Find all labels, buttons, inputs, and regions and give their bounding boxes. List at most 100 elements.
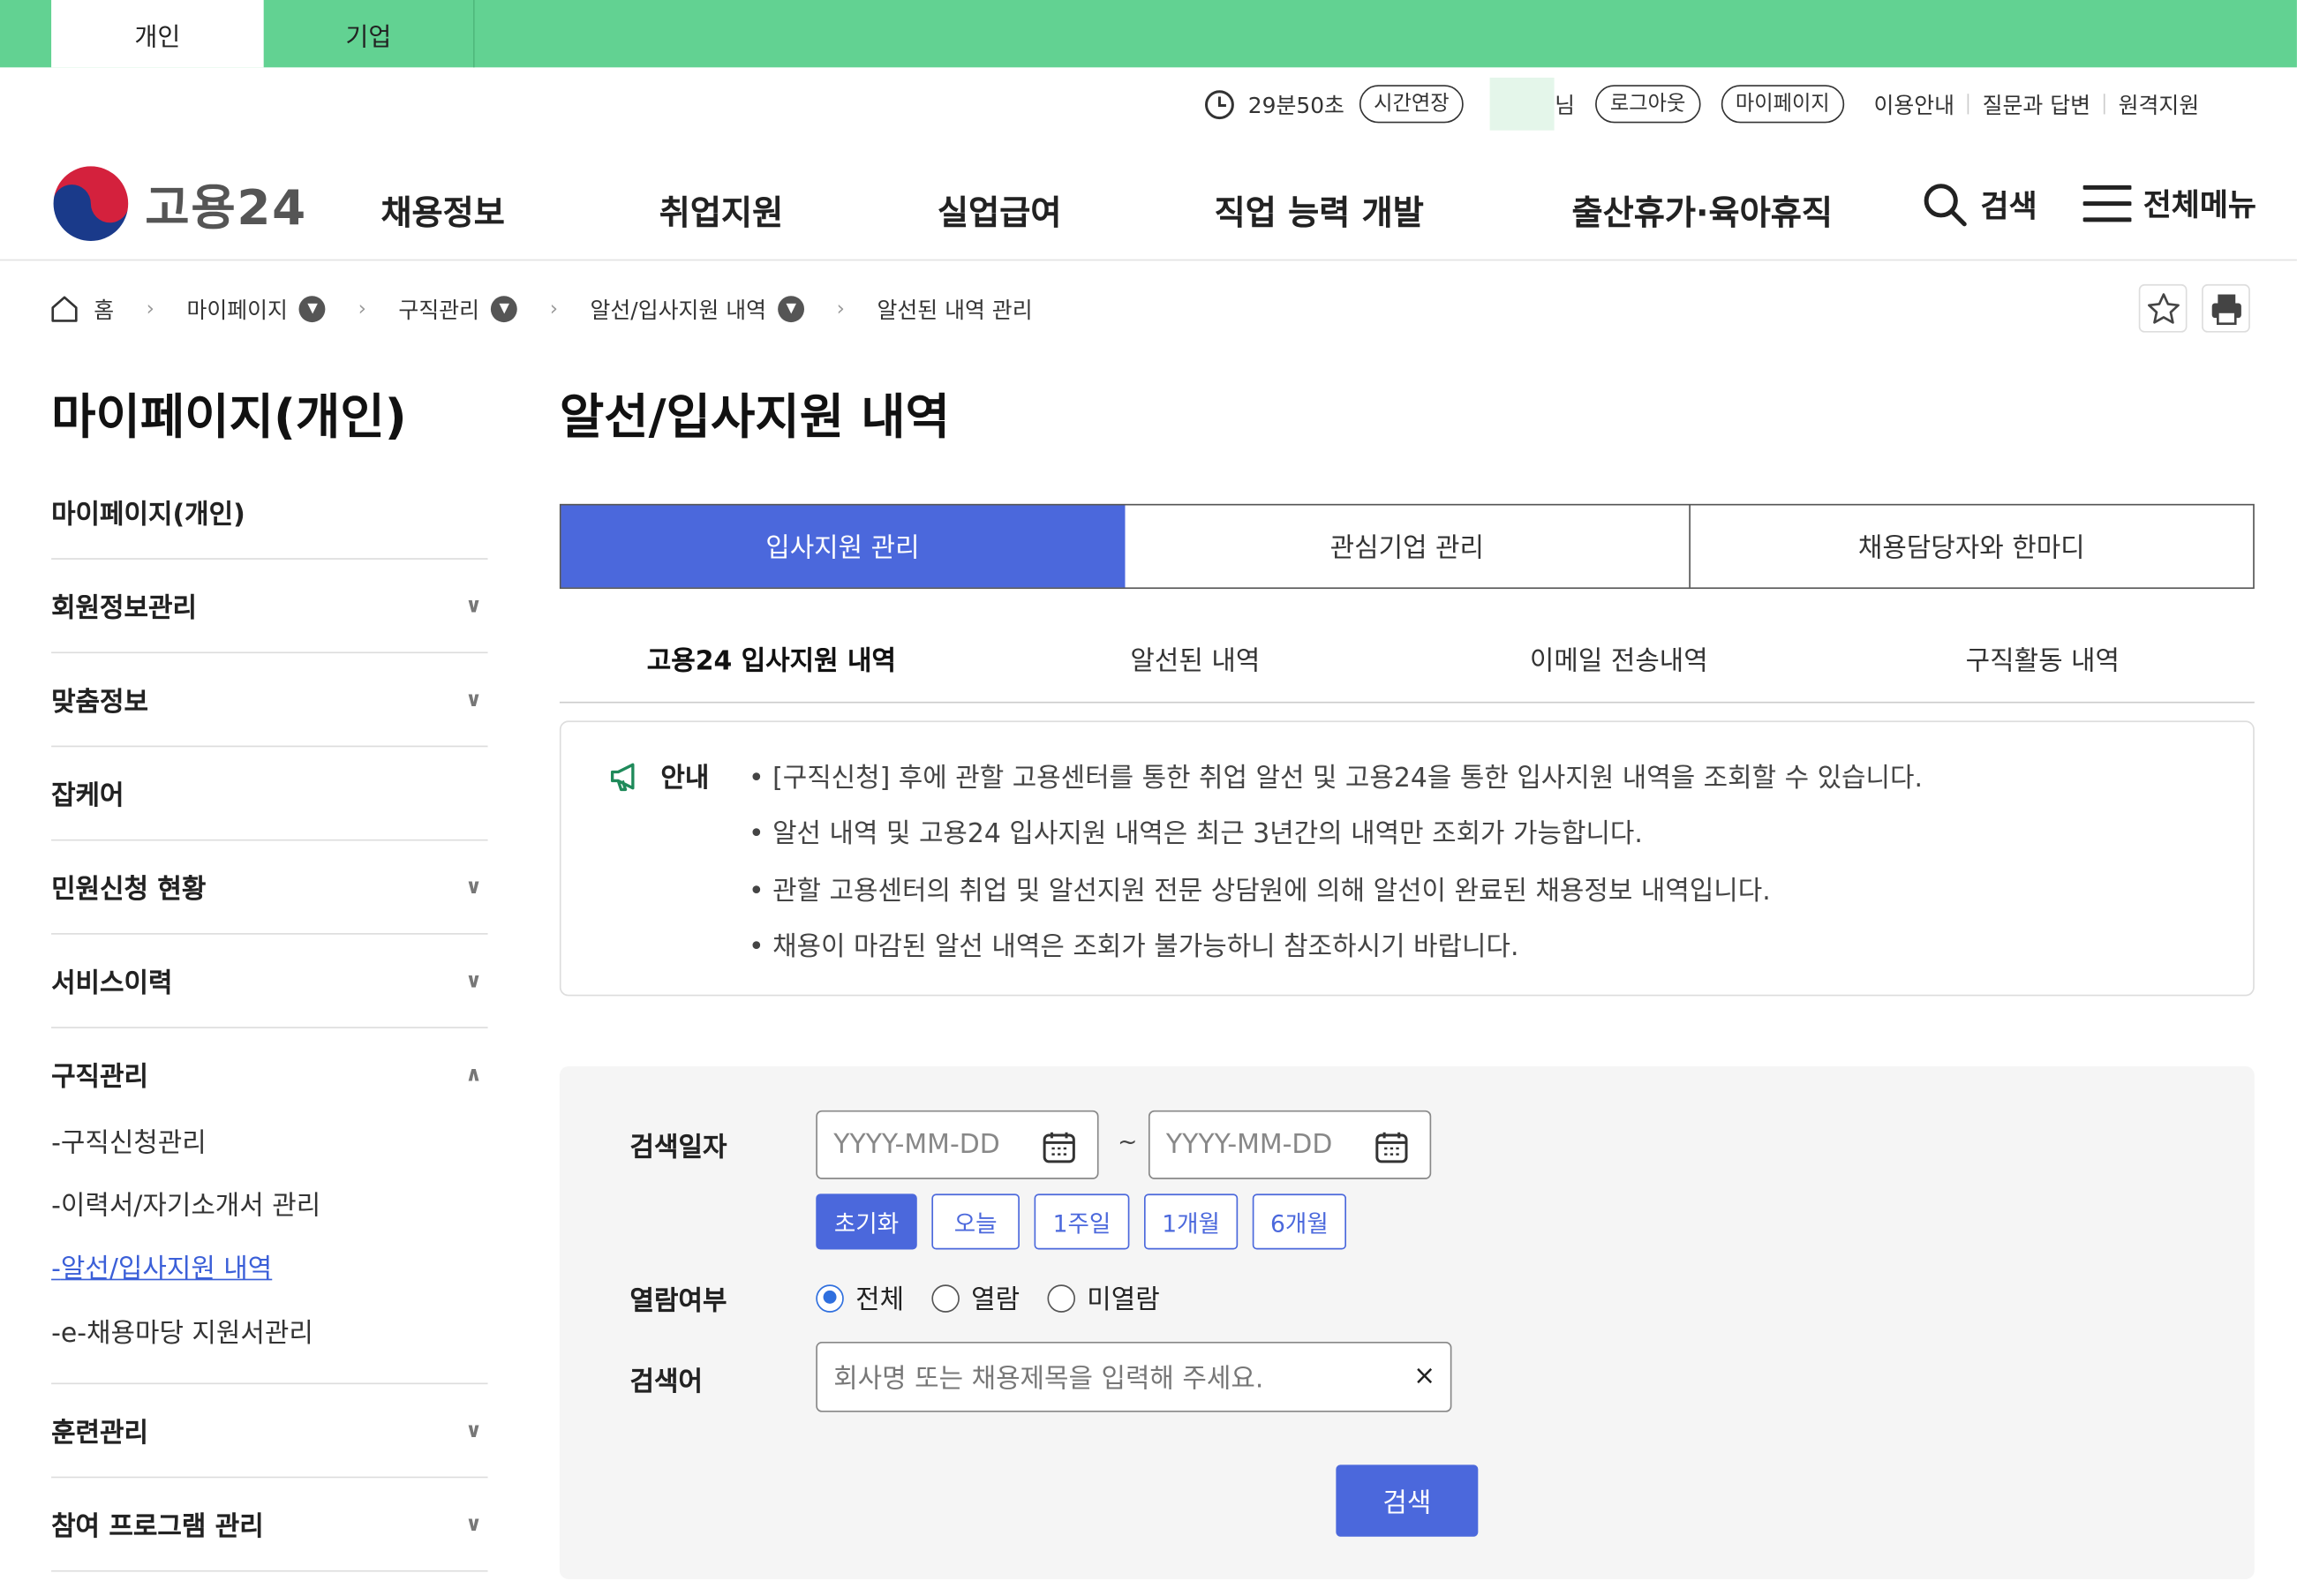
keyword-input[interactable]: 회사명 또는 채용제목을 입력해 주세요. ×: [816, 1342, 1452, 1412]
chevron-down-icon: ∨: [465, 1419, 482, 1442]
print-button[interactable]: [2202, 283, 2250, 333]
calendar-icon[interactable]: [1042, 1129, 1077, 1164]
notice-item: • 관할 고용센터의 취업 및 알선지원 전문 상담원에 의해 알선이 완료된 …: [748, 876, 1771, 907]
link-guide[interactable]: 이용안내: [1873, 88, 1954, 119]
sidebar-subitem-e-recruit[interactable]: -e-채용마당 지원서관리: [51, 1313, 313, 1351]
megaphone-icon: [610, 763, 635, 792]
end-date-placeholder: YYYY-MM-DD: [1165, 1129, 1333, 1161]
gnb-recruit[interactable]: 채용정보: [380, 184, 504, 234]
sidebar-item-member-info[interactable]: 회원정보관리 ∨: [51, 560, 488, 654]
sidebar-item-training[interactable]: 훈련관리 ∨: [51, 1384, 488, 1479]
subtab-email-history[interactable]: 이메일 전송내역: [1407, 615, 1831, 702]
link-qna[interactable]: 질문과 답변: [1983, 88, 2090, 119]
sidebar-item-mypage[interactable]: 마이페이지(개인): [51, 466, 488, 560]
sidebar-item-label: 잡케어: [51, 779, 124, 811]
breadcrumb-current: 알선된 내역 관리: [877, 297, 1033, 323]
radio-button-checked[interactable]: [816, 1284, 844, 1312]
end-date-input[interactable]: YYYY-MM-DD: [1148, 1110, 1432, 1179]
sidebar-item-job-management[interactable]: 구직관리 ∧: [51, 1028, 488, 1122]
breadcrumb-application-history[interactable]: 알선/입사지원 내역: [591, 294, 767, 325]
search-button[interactable]: 검색: [1922, 182, 2037, 229]
subtab-goyong24-applications[interactable]: 고용24 입사지원 내역: [560, 615, 983, 702]
reset-period-button[interactable]: 초기화: [816, 1193, 917, 1250]
subtab-referrals[interactable]: 알선된 내역: [983, 615, 1407, 702]
start-date-placeholder: YYYY-MM-DD: [833, 1129, 1000, 1161]
divider: [1968, 94, 1969, 115]
radio-unread[interactable]: 미열람: [1047, 1279, 1160, 1317]
utility-bar: 29분50초 시간연장 님 로그아웃 마이페이지 이용안내 질문과 답변 원격지…: [1204, 77, 2200, 131]
period-6month-button[interactable]: 6개월: [1252, 1193, 1346, 1250]
sidebar-item-service-history[interactable]: 서비스이력 ∨: [51, 935, 488, 1028]
divider: [2103, 94, 2105, 115]
radio-button[interactable]: [1047, 1284, 1075, 1312]
chevron-right-icon: ›: [836, 297, 845, 321]
logout-button[interactable]: 로그아웃: [1595, 85, 1700, 124]
radio-read[interactable]: 열람: [931, 1279, 1020, 1317]
period-today-button[interactable]: 오늘: [931, 1193, 1020, 1250]
link-remote-support[interactable]: 원격지원: [2119, 88, 2200, 119]
radio-all[interactable]: 전체: [816, 1279, 904, 1317]
period-1week-button[interactable]: 1주일: [1034, 1193, 1130, 1250]
start-date-input[interactable]: YYYY-MM-DD: [816, 1110, 1099, 1179]
notice-item: • 알선 내역 및 고용24 입사지원 내역은 최근 3년간의 내역만 조회가 …: [748, 818, 1643, 850]
full-menu-button[interactable]: 전체메뉴: [2082, 182, 2256, 226]
site-logo[interactable]: 고용24: [51, 164, 307, 244]
notice-item: • [구직신청] 후에 관할 고용센터를 통한 취업 알선 및 고용24을 통한…: [748, 763, 1923, 794]
tab-recruiter-message[interactable]: 채용담당자와 한마디: [1690, 505, 2253, 587]
sidebar-item-jobcare[interactable]: 잡케어: [51, 747, 488, 841]
gnb-unemployment-benefit[interactable]: 실업급여: [938, 184, 1061, 234]
sidebar-subitem-application-history[interactable]: -알선/입사지원 내역: [51, 1248, 272, 1286]
sidebar-subitem-resume[interactable]: -이력서/자기소개서 관리: [51, 1185, 320, 1223]
search-submit-button[interactable]: 검색: [1336, 1464, 1479, 1537]
sidebar-subitem-label: e-채용마당 지원서관리: [60, 1318, 313, 1350]
breadcrumb-home[interactable]: 홈: [94, 294, 114, 325]
gnb-maternity-leave[interactable]: 출산휴가·육아휴직: [1572, 184, 1833, 234]
tab-interest-company[interactable]: 관심기업 관리: [1126, 505, 1691, 588]
period-1month-button[interactable]: 1개월: [1143, 1193, 1239, 1250]
date-separator: ~: [1118, 1127, 1138, 1156]
chevron-right-icon: ›: [146, 297, 154, 321]
search-panel: 검색일자 YYYY-MM-DD ~ YYYY-MM-DD 초기화 오늘 1주일 …: [559, 1066, 2255, 1579]
gnb-skill-development[interactable]: 직업 능력 개발: [1215, 184, 1424, 234]
tab-personal[interactable]: 개인: [51, 0, 264, 68]
radio-button[interactable]: [931, 1284, 960, 1312]
favorite-button[interactable]: [2138, 283, 2188, 333]
notice-label: 안내: [660, 763, 710, 794]
sidebar-item-label: 맞춤정보: [51, 686, 149, 718]
sidebar-item-programs[interactable]: 참여 프로그램 관리 ∨: [51, 1478, 488, 1572]
chevron-right-icon: ›: [549, 297, 558, 321]
clock-icon: [1204, 88, 1235, 119]
gnb-employment-support[interactable]: 취업지원: [659, 184, 783, 234]
sidebar-item-label: 참여 프로그램 관리: [51, 1510, 264, 1542]
avatar: [1490, 77, 1555, 131]
calendar-icon[interactable]: [1374, 1129, 1410, 1164]
sidebar-item-custom-info[interactable]: 맞춤정보 ∨: [51, 653, 488, 748]
notice-text: 채용이 마감된 알선 내역은 조회가 불가능하니 참조하시기 바랍니다.: [772, 931, 1519, 963]
tab-company[interactable]: 기업: [264, 0, 475, 68]
sidebar-subitem-job-application[interactable]: -구직신청관리: [51, 1122, 207, 1160]
notice-text: 알선 내역 및 고용24 입사지원 내역은 최근 3년간의 내역만 조회가 가능…: [772, 818, 1643, 850]
breadcrumb-job-management[interactable]: 구직관리: [398, 294, 479, 325]
notice-item: • 채용이 마감된 알선 내역은 조회가 불가능하니 참조하시기 바랍니다.: [748, 931, 1519, 963]
home-icon[interactable]: [49, 295, 79, 324]
chevron-down-icon: ∨: [465, 688, 482, 711]
user-suffix: 님: [1555, 91, 1576, 118]
notice-box: 안내 • [구직신청] 후에 관할 고용센터를 통한 취업 알선 및 고용24을…: [559, 720, 2255, 997]
notice-text: 관할 고용센터의 취업 및 알선지원 전문 상담원에 의해 알선이 완료된 채용…: [772, 876, 1771, 907]
sidebar-item-label: 구직관리: [51, 1062, 149, 1093]
mypage-button[interactable]: 마이페이지: [1721, 85, 1845, 124]
tab-application-management[interactable]: 입사지원 관리: [561, 505, 1126, 588]
subtab-job-activity[interactable]: 구직활동 내역: [1831, 615, 2255, 702]
chevron-down-icon[interactable]: ▼: [778, 296, 805, 323]
sidebar-item-civil-status[interactable]: 민원신청 현황 ∨: [51, 840, 488, 935]
extend-time-button[interactable]: 시간연장: [1359, 85, 1465, 124]
chevron-down-icon: ∨: [465, 593, 482, 618]
clear-icon[interactable]: ×: [1413, 1361, 1435, 1392]
search-icon: [1924, 184, 1967, 227]
page-title: 알선/입사지원 내역: [559, 388, 950, 446]
breadcrumb-mypage[interactable]: 마이페이지: [186, 294, 288, 325]
hamburger-icon: [2082, 184, 2132, 222]
chevron-down-icon[interactable]: ▼: [491, 296, 518, 323]
chevron-down-icon[interactable]: ▼: [299, 296, 327, 323]
sidebar-subitem-label: 구직신청관리: [60, 1127, 207, 1159]
